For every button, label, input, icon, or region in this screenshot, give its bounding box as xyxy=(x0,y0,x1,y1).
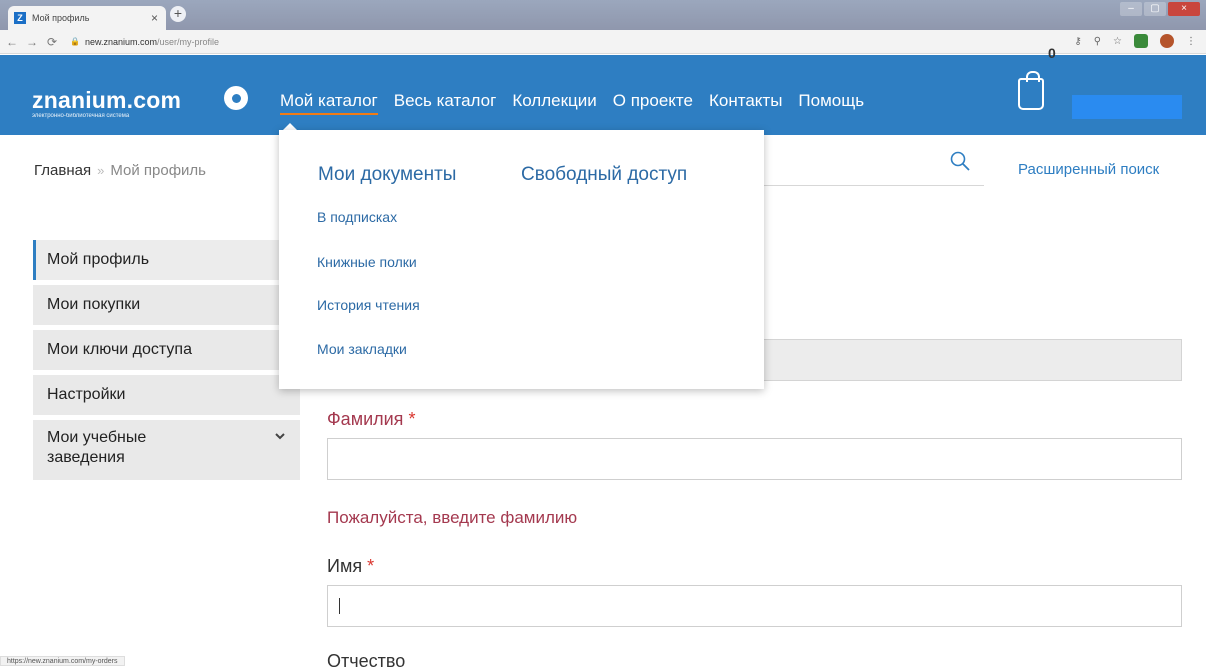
dropdown-item-bookshelves[interactable]: Книжные полки xyxy=(317,254,417,270)
reload-icon[interactable]: ⟳ xyxy=(44,35,60,49)
nav-about[interactable]: О проекте xyxy=(613,91,693,115)
dropdown-item-subscriptions[interactable]: В подписках xyxy=(317,209,397,225)
browser-status-url: https://new.znanium.com/my-orders xyxy=(0,656,125,666)
zoom-icon[interactable]: ⚲ xyxy=(1094,36,1101,47)
window-controls: – ▢ × xyxy=(1120,2,1200,16)
logo-subtitle: электронно-библиотечная система xyxy=(32,113,130,119)
cart-count: 0 xyxy=(1048,45,1056,61)
dropdown-item-bookmarks[interactable]: Мои закладки xyxy=(317,341,407,357)
dropdown-free-access-link[interactable]: Свободный доступ xyxy=(521,164,687,186)
sidebar-item-my-purchases[interactable]: Мои покупки xyxy=(33,285,300,325)
sidebar-item-settings[interactable]: Настройки xyxy=(33,375,300,415)
search-icon[interactable] xyxy=(950,151,970,171)
nav-help[interactable]: Помощь xyxy=(798,91,864,115)
address-bar-tools: ⚷ ⚲ ☆ ⋮ xyxy=(1074,34,1196,48)
required-mark: * xyxy=(367,556,375,576)
chevron-down-icon[interactable] xyxy=(274,430,286,442)
url-field[interactable]: 🔒 new.znanium.com /user/my-profile xyxy=(70,37,219,47)
main-nav: Мой каталог Весь каталог Коллекции О про… xyxy=(280,91,880,115)
dropdown-my-documents-link[interactable]: Мои документы xyxy=(318,164,456,186)
name-label-text: Имя xyxy=(327,556,363,576)
back-icon[interactable]: ← xyxy=(4,35,20,49)
url-host: new.znanium.com xyxy=(84,36,158,47)
site-logo[interactable]: znanium.com электронно-библиотечная сист… xyxy=(32,87,182,120)
znanium-favicon-icon: Z xyxy=(14,12,26,24)
browser-titlebar: Z Мой профиль × + – ▢ × xyxy=(0,0,1206,30)
profile-sidebar: Мой профиль Мои покупки Мои ключи доступ… xyxy=(33,240,300,485)
site-header: znanium.com электронно-библиотечная сист… xyxy=(0,55,1206,135)
surname-error-message: Пожалуйста, введите фамилию xyxy=(327,508,578,527)
my-catalog-dropdown: Мои документы Свободный доступ В подписк… xyxy=(279,130,764,389)
bookmark-star-icon[interactable]: ☆ xyxy=(1113,36,1122,47)
forward-icon[interactable]: → xyxy=(24,35,40,49)
breadcrumb-separator: » xyxy=(97,163,105,178)
maximize-icon[interactable]: ▢ xyxy=(1144,2,1166,16)
breadcrumb-home-link[interactable]: Главная xyxy=(34,162,91,179)
browser-profile-avatar[interactable] xyxy=(1160,34,1174,48)
tab-close-icon[interactable]: × xyxy=(151,11,158,25)
extension-icon[interactable] xyxy=(1134,34,1148,48)
patronymic-label: Отчество xyxy=(327,651,406,671)
name-label: Имя * xyxy=(327,556,374,577)
browser-menu-icon[interactable]: ⋮ xyxy=(1186,36,1196,47)
browser-tab[interactable]: Z Мой профиль × xyxy=(8,6,166,30)
readonly-field xyxy=(740,339,1182,381)
surname-label-text: Фамилия xyxy=(327,409,404,429)
nav-contacts[interactable]: Контакты xyxy=(709,91,782,115)
name-field[interactable] xyxy=(327,585,1182,627)
user-account-area[interactable] xyxy=(1072,95,1182,119)
nav-my-catalog[interactable]: Мой каталог xyxy=(280,91,378,115)
surname-field[interactable] xyxy=(327,438,1182,480)
close-window-icon[interactable]: × xyxy=(1168,2,1200,16)
browser-address-bar: ← → ⟳ 🔒 new.znanium.com /user/my-profile… xyxy=(0,30,1206,54)
breadcrumb: Главная » Мой профиль xyxy=(34,162,206,179)
required-mark: * xyxy=(408,409,416,429)
advanced-search-link[interactable]: Расширенный поиск xyxy=(1018,161,1159,178)
sidebar-item-institutions-label: Мои учебные заведения xyxy=(47,429,147,466)
lock-icon: 🔒 xyxy=(70,37,80,46)
accessibility-eye-icon[interactable] xyxy=(224,86,248,110)
sidebar-item-access-keys[interactable]: Мои ключи доступа xyxy=(33,330,300,370)
dropdown-item-reading-history[interactable]: История чтения xyxy=(317,297,420,313)
sidebar-item-institutions[interactable]: Мои учебные заведения xyxy=(33,420,300,480)
nav-collections[interactable]: Коллекции xyxy=(512,91,596,115)
surname-label: Фамилия * xyxy=(327,409,415,430)
text-caret xyxy=(339,598,340,614)
minimize-icon[interactable]: – xyxy=(1120,2,1142,16)
cart-bag-icon[interactable] xyxy=(1018,71,1044,110)
key-icon[interactable]: ⚷ xyxy=(1074,36,1081,47)
new-tab-button[interactable]: + xyxy=(170,6,186,22)
sidebar-item-my-profile[interactable]: Мой профиль xyxy=(33,240,300,280)
breadcrumb-current: Мой профиль xyxy=(110,162,206,179)
url-path: /user/my-profile xyxy=(157,36,220,47)
logo-text: znanium.com xyxy=(32,87,182,113)
nav-full-catalog[interactable]: Весь каталог xyxy=(394,91,497,115)
search-input[interactable] xyxy=(740,146,984,186)
tab-title: Мой профиль xyxy=(32,13,90,23)
